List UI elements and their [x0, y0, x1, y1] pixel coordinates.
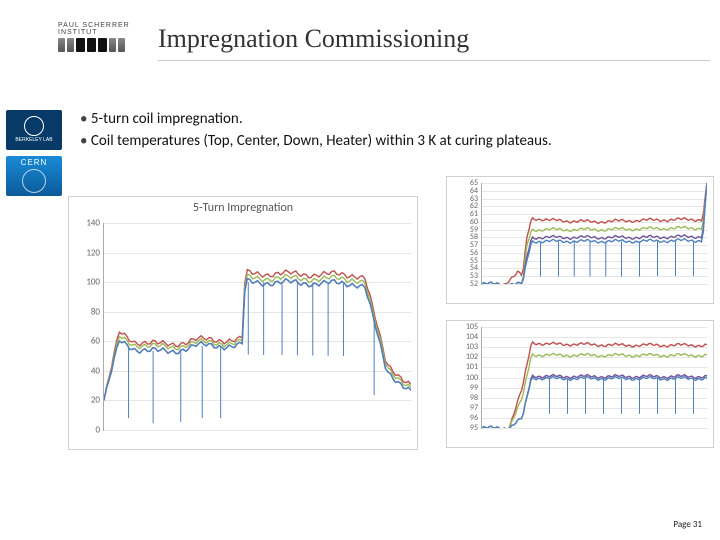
y-tick-label: 104: [456, 332, 478, 342]
plot-area: 020406080100120140: [103, 223, 411, 431]
y-tick-label: 65: [456, 178, 478, 188]
chart-zoom-60: 5253545556575859606162636465: [446, 176, 714, 304]
y-tick-label: 103: [456, 342, 478, 352]
y-tick-label: 0: [74, 425, 100, 436]
y-tick-label: 80: [74, 306, 100, 317]
y-tick-label: 40: [74, 365, 100, 376]
y-tick-label: 60: [74, 336, 100, 347]
plot-area: 9596979899100101102103104105: [481, 327, 707, 429]
y-tick-label: 102: [456, 352, 478, 362]
page-label: Page: [673, 519, 690, 530]
y-tick-label: 100: [456, 373, 478, 383]
slide: PAUL SCHERRER INSTITUT Impregnation Comm…: [0, 0, 720, 540]
bullet-list: 5-turn coil impregnation. Coil temperatu…: [80, 110, 700, 154]
footer: Page 31: [673, 519, 702, 530]
bullet-item: 5-turn coil impregnation.: [80, 110, 700, 128]
y-tick-label: 97: [456, 403, 478, 413]
y-tick-label: 105: [456, 322, 478, 332]
y-tick-label: 98: [456, 393, 478, 403]
title-underline: [158, 60, 710, 61]
y-tick-label: 101: [456, 362, 478, 372]
y-tick-label: 140: [74, 218, 100, 229]
y-tick-label: 99: [456, 383, 478, 393]
y-tick-label: 100: [74, 277, 100, 288]
y-tick-label: 20: [74, 395, 100, 406]
psi-logo-text: PAUL SCHERRER INSTITUT: [58, 22, 148, 36]
y-tick-label: 120: [74, 247, 100, 258]
psi-logo-bars: [58, 38, 148, 52]
chart-title: 5-Turn Impregnation: [69, 197, 417, 215]
berkeley-lab-label: BERKELEY LAB: [15, 138, 52, 144]
y-tick-label: 96: [456, 413, 478, 423]
chart-main: 5-Turn Impregnation 020406080100120140: [68, 196, 418, 450]
plot-area: 5253545556575859606162636465: [481, 183, 707, 285]
cern-badge: CERN: [6, 156, 62, 196]
bullet-item: Coil temperatures (Top, Center, Down, He…: [80, 132, 700, 150]
cern-label: CERN: [21, 159, 48, 168]
y-tick-label: 95: [456, 423, 478, 433]
berkeley-lab-badge: BERKELEY LAB: [6, 110, 62, 150]
page-number: 31: [693, 519, 702, 530]
chart-zoom-100: 9596979899100101102103104105: [446, 320, 714, 448]
page-title: Impregnation Commissioning: [158, 24, 469, 54]
psi-logo: PAUL SCHERRER INSTITUT: [58, 22, 148, 52]
